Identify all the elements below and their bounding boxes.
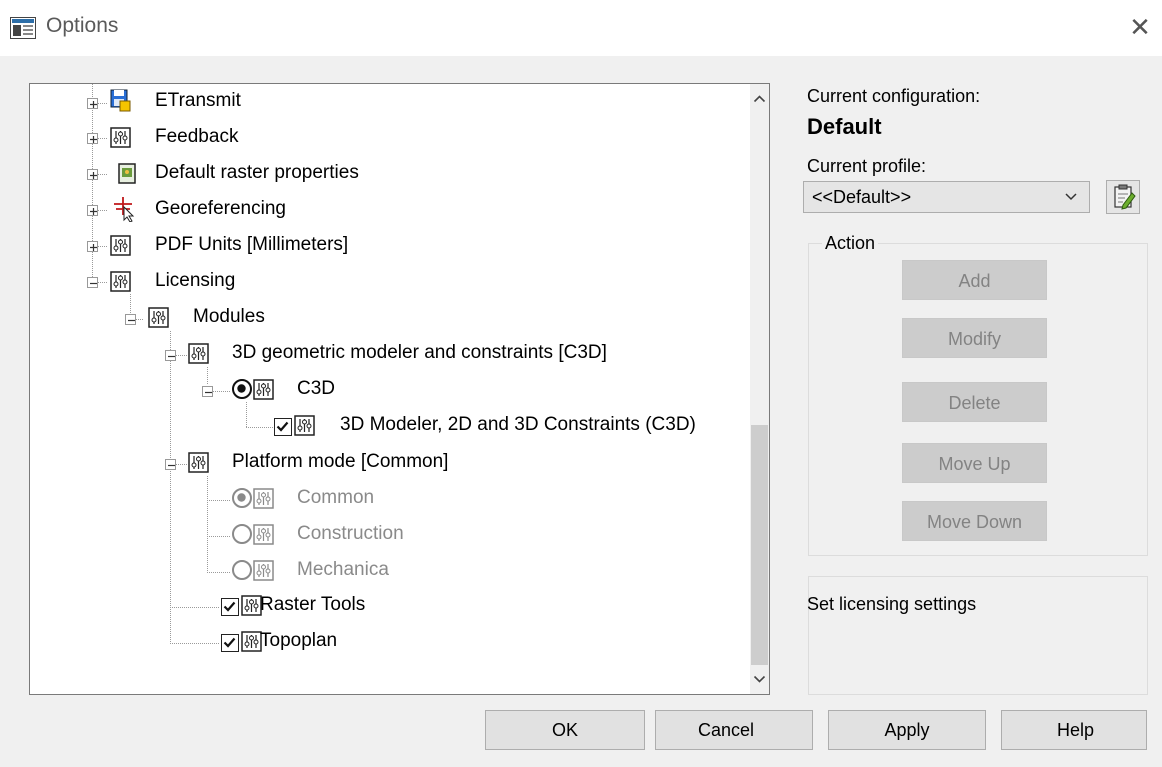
title-bar: Options ✕	[0, 0, 1162, 56]
expand-toggle[interactable]	[87, 241, 98, 252]
collapse-toggle[interactable]	[165, 459, 176, 470]
topoplan-checkbox[interactable]	[221, 634, 239, 652]
add-button[interactable]: Add	[902, 260, 1047, 300]
profile-dropdown-value: <<Default>>	[812, 187, 912, 207]
expand-toggle[interactable]	[87, 169, 98, 180]
settings-sliders-icon	[241, 631, 262, 652]
apply-button[interactable]: Apply	[828, 710, 986, 750]
options-window-icon	[10, 17, 36, 39]
settings-sliders-icon	[110, 127, 131, 148]
clipboard-edit-icon	[1107, 184, 1139, 218]
settings-sliders-icon	[253, 379, 274, 400]
tree-item-common[interactable]: Common	[297, 487, 374, 509]
tree-item-3d-modeler-constraints[interactable]: 3D Modeler, 2D and 3D Constraints (C3D)	[340, 414, 696, 436]
expand-toggle[interactable]	[87, 133, 98, 144]
tree-item-georeferencing[interactable]: Georeferencing	[155, 198, 286, 220]
ok-button[interactable]: OK	[485, 710, 645, 750]
c3d-radio[interactable]	[232, 379, 252, 399]
settings-sliders-icon	[253, 488, 274, 509]
tree-connector-lines	[92, 84, 273, 644]
settings-sliders-icon	[188, 343, 209, 364]
tree-item-feedback[interactable]: Feedback	[155, 126, 238, 148]
etransmit-icon	[110, 89, 131, 112]
common-radio[interactable]	[232, 488, 252, 508]
construction-radio[interactable]	[232, 524, 252, 544]
help-button[interactable]: Help	[1001, 710, 1147, 750]
edit-profile-button[interactable]	[1106, 180, 1140, 214]
close-icon[interactable]: ✕	[1127, 14, 1153, 40]
tree-item-platform-mode[interactable]: Platform mode [Common]	[232, 451, 448, 473]
chevron-down-icon	[1063, 188, 1079, 210]
expand-toggle[interactable]	[87, 98, 98, 109]
tree-item-construction[interactable]: Construction	[297, 523, 404, 545]
tree-item-c3d[interactable]: C3D	[297, 378, 335, 400]
tree-item-modules[interactable]: Modules	[193, 306, 265, 328]
settings-sliders-icon	[253, 524, 274, 545]
tree-item-etransmit[interactable]: ETransmit	[155, 90, 241, 112]
mechanica-radio[interactable]	[232, 560, 252, 580]
current-configuration-value: Default	[807, 114, 882, 139]
raster-tools-checkbox[interactable]	[221, 598, 239, 616]
settings-sliders-icon	[110, 271, 131, 292]
tree-item-raster-tools[interactable]: Raster Tools	[260, 594, 365, 616]
scrollbar-thumb[interactable]	[751, 425, 768, 665]
delete-button[interactable]: Delete	[902, 382, 1047, 422]
move-up-button[interactable]: Move Up	[902, 443, 1047, 483]
settings-sliders-icon	[148, 307, 169, 328]
collapse-toggle[interactable]	[202, 386, 213, 397]
profile-dropdown[interactable]: <<Default>>	[803, 181, 1090, 213]
cancel-button[interactable]: Cancel	[655, 710, 813, 750]
action-group-title: Action	[822, 233, 879, 254]
scroll-down-arrow-icon[interactable]	[750, 670, 769, 689]
collapse-toggle[interactable]	[125, 314, 136, 325]
collapse-toggle[interactable]	[165, 350, 176, 361]
tree-item-mechanica[interactable]: Mechanica	[297, 559, 389, 581]
raster-image-icon	[118, 163, 138, 184]
tree-item-3d-geometric-modeler[interactable]: 3D geometric modeler and constraints [C3…	[232, 342, 607, 364]
collapse-toggle[interactable]	[87, 277, 98, 288]
settings-sliders-icon	[294, 415, 315, 436]
expand-toggle[interactable]	[87, 205, 98, 216]
window-title: Options	[46, 14, 119, 37]
current-configuration-label: Current configuration:	[807, 86, 981, 106]
tree-item-licensing[interactable]: Licensing	[155, 270, 235, 292]
c3d-constraints-checkbox[interactable]	[274, 418, 292, 436]
settings-sliders-icon	[241, 595, 262, 616]
move-down-button[interactable]: Move Down	[902, 501, 1047, 541]
description-text: Set licensing settings	[807, 594, 977, 614]
modify-button[interactable]: Modify	[902, 318, 1047, 358]
scroll-up-arrow-icon[interactable]	[750, 89, 769, 108]
tree-item-pdf-units[interactable]: PDF Units [Millimeters]	[155, 234, 348, 256]
tree-item-default-raster-properties[interactable]: Default raster properties	[155, 162, 359, 184]
options-tree[interactable]: ETransmit Feedback Default raster proper…	[29, 83, 770, 695]
tree-item-topoplan[interactable]: Topoplan	[260, 630, 337, 652]
georeferencing-icon	[112, 196, 135, 223]
settings-sliders-icon	[253, 560, 274, 581]
settings-sliders-icon	[188, 452, 209, 473]
settings-sliders-icon	[110, 235, 131, 256]
current-profile-label: Current profile:	[807, 156, 927, 176]
